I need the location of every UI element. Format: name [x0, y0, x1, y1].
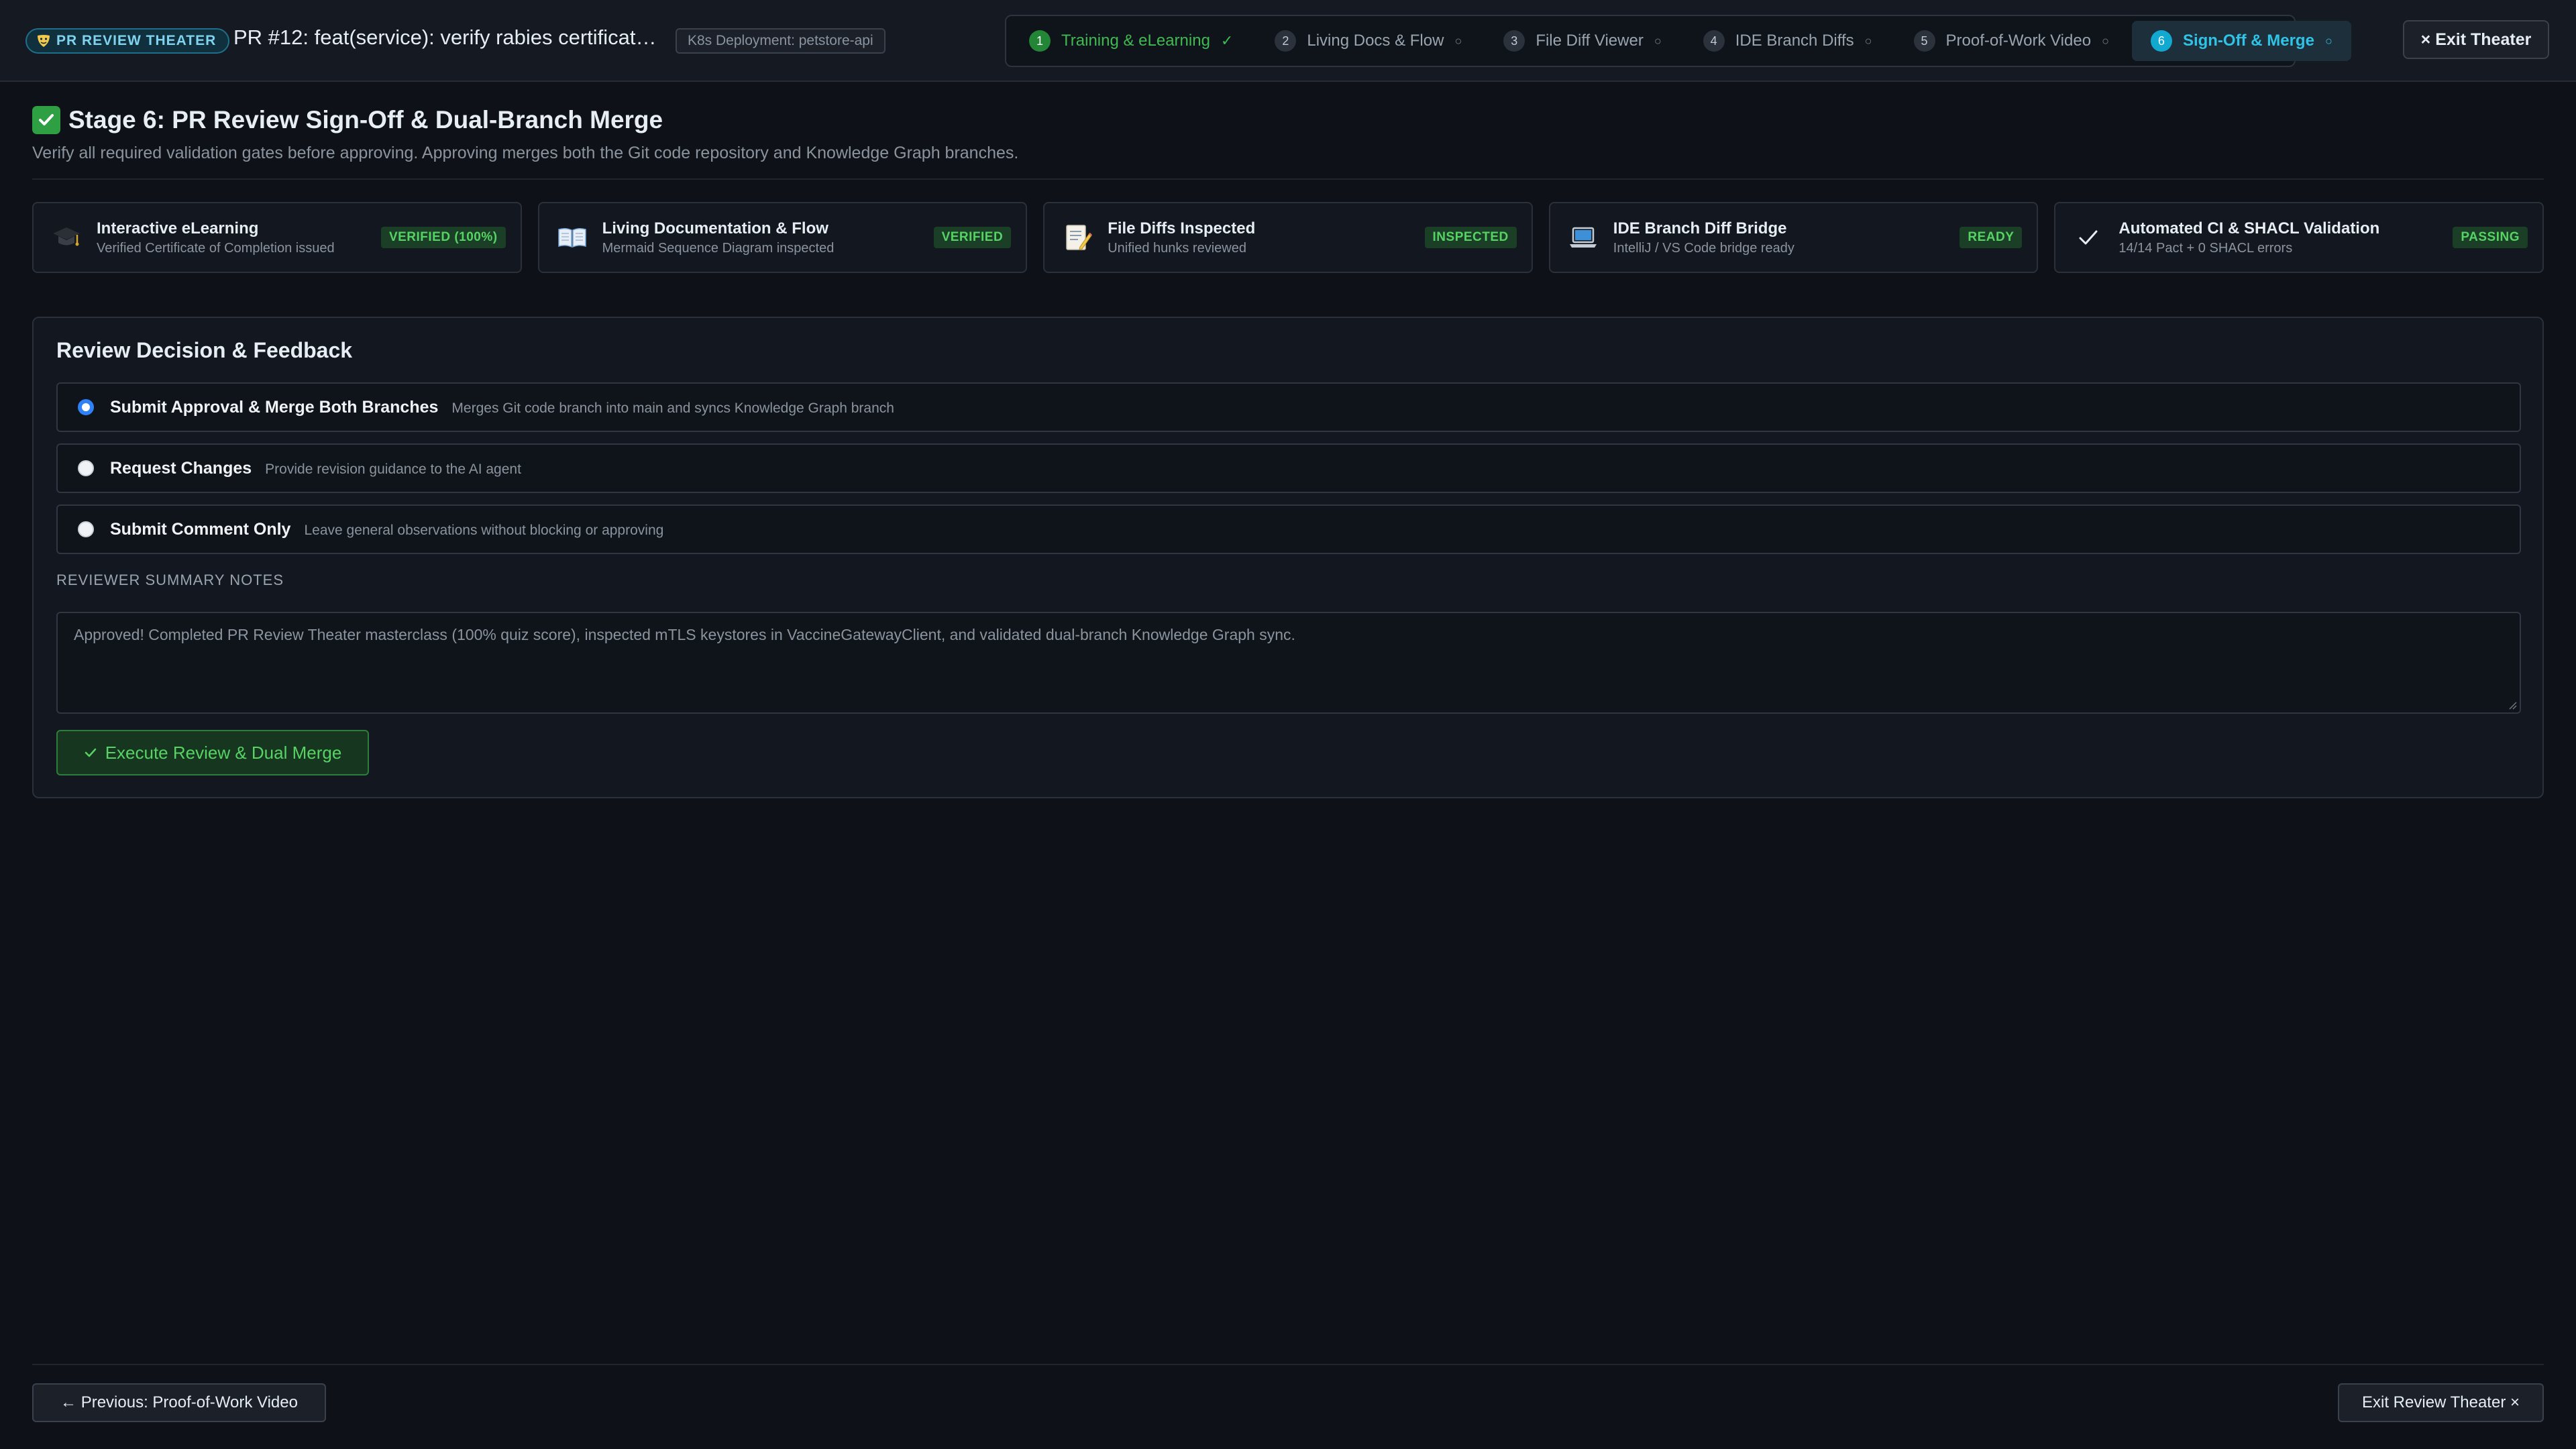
reviewer-notes-text: Approved! Completed PR Review Theater ma…: [74, 626, 1295, 643]
gate-title: Living Documentation & Flow: [602, 219, 828, 237]
option-request-changes[interactable]: Request Changes Provide revision guidanc…: [56, 443, 2521, 493]
option-label: Submit Approval & Merge Both Branches: [110, 397, 439, 417]
gate-description: Verified Certificate of Completion issue…: [97, 240, 335, 256]
step-label: Training & eLearning: [1061, 32, 1210, 50]
option-approve-merge[interactable]: Submit Approval & Merge Both Branches Me…: [56, 382, 2521, 432]
option-description: Provide revision guidance to the AI agen…: [265, 462, 521, 477]
step-number: 5: [1913, 30, 1935, 52]
option-label: Submit Comment Only: [110, 519, 291, 539]
step-label: Sign-Off & Merge: [2182, 32, 2314, 50]
reviewer-notes-textarea[interactable]: Approved! Completed PR Review Theater ma…: [56, 612, 2521, 714]
stage-title-text: Stage 6: PR Review Sign-Off & Dual-Branc…: [68, 106, 663, 133]
graduation-cap-icon: [50, 221, 83, 254]
stage-title: Stage 6: PR Review Sign-Off & Dual-Branc…: [32, 106, 663, 134]
checkmark-icon: [2072, 221, 2105, 254]
step-number: 2: [1275, 30, 1297, 52]
divider: [32, 178, 2544, 180]
laptop-icon: [1566, 221, 1600, 254]
gate-title: File Diffs Inspected: [1108, 219, 1256, 237]
theater-badge: PR REVIEW THEATER: [25, 28, 230, 54]
gate-card-ci-validation: Automated CI & SHACL Validation 14/14 Pa…: [2054, 202, 2544, 273]
status-badge: READY: [1960, 227, 2023, 248]
theater-badge-label: PR REVIEW THEATER: [56, 33, 217, 48]
step-number: 1: [1029, 30, 1051, 52]
status-badge: INSPECTED: [1424, 227, 1517, 248]
gate-card-elearning: Interactive eLearning Verified Certifica…: [32, 202, 522, 273]
step-label: IDE Branch Diffs: [1735, 32, 1854, 50]
radio-button-request-changes[interactable]: [78, 460, 94, 476]
validation-gates: Interactive eLearning Verified Certifica…: [32, 202, 2544, 273]
step-pending-icon: ○: [2102, 34, 2109, 48]
step-number: 4: [1703, 30, 1725, 52]
step-pending-icon: ○: [1454, 34, 1462, 48]
gate-title: Interactive eLearning: [97, 219, 259, 237]
execute-merge-label: Execute Review & Dual Merge: [105, 742, 342, 763]
gate-title: IDE Branch Diff Bridge: [1613, 219, 1787, 237]
reviewer-notes-label: REVIEWER SUMMARY NOTES: [56, 572, 284, 588]
option-label: Request Changes: [110, 458, 252, 478]
step-pending-icon: ○: [1864, 34, 1872, 48]
step-label: File Diff Viewer: [1536, 32, 1644, 50]
step-complete-icon: ✓: [1220, 32, 1234, 49]
option-comment-only[interactable]: Submit Comment Only Leave general observ…: [56, 504, 2521, 554]
step-proof-video[interactable]: 5 Proof-of-Work Video ○: [1895, 21, 2128, 61]
status-badge: PASSING: [2453, 227, 2528, 248]
gate-description: 14/14 Pact + 0 SHACL errors: [2118, 240, 2293, 256]
stage-stepper: 1 Training & eLearning ✓ 2 Living Docs &…: [1005, 15, 2351, 67]
gate-card-file-diffs: File Diffs Inspected Unified hunks revie…: [1043, 202, 1533, 273]
memo-icon: [1061, 221, 1094, 254]
top-bar: PR REVIEW THEATER PR #12: feat(service):…: [0, 0, 2576, 82]
status-badge: VERIFIED (100%): [380, 227, 506, 248]
step-label: Proof-of-Work Video: [1945, 32, 2092, 50]
gate-card-living-docs: Living Documentation & Flow Mermaid Sequ…: [537, 202, 1028, 273]
step-living-docs[interactable]: 2 Living Docs & Flow ○: [1256, 21, 1481, 61]
stage-subtitle: Verify all required validation gates bef…: [32, 144, 1019, 162]
step-training[interactable]: 1 Training & eLearning ✓: [1010, 21, 1252, 61]
pr-title: PR #12: feat(service): verify rabies cer…: [233, 25, 663, 49]
previous-stage-button[interactable]: ← Previous: Proof-of-Work Video: [32, 1383, 326, 1422]
execute-merge-button[interactable]: Execute Review & Dual Merge: [56, 730, 369, 775]
step-number: 3: [1503, 30, 1525, 52]
status-badge: VERIFIED: [933, 227, 1012, 248]
gate-card-ide-bridge: IDE Branch Diff Bridge IntelliJ / VS Cod…: [1548, 202, 2039, 273]
theater-mask-icon: [36, 34, 51, 48]
panel-title: Review Decision & Feedback: [56, 338, 353, 362]
step-label: Living Docs & Flow: [1307, 32, 1444, 50]
step-file-diff[interactable]: 3 File Diff Viewer ○: [1485, 21, 1680, 61]
gate-title: Automated CI & SHACL Validation: [2118, 219, 2380, 237]
resize-grip-icon[interactable]: [2508, 700, 2517, 710]
step-pending-icon: ○: [1654, 34, 1662, 48]
step-sign-off[interactable]: 6 Sign-Off & Merge ○: [2131, 21, 2351, 61]
option-description: Leave general observations without block…: [304, 523, 664, 538]
footer-divider: [32, 1364, 2544, 1365]
check-mark-box-icon: [32, 106, 60, 134]
exit-review-theater-button[interactable]: Exit Review Theater ×: [2338, 1383, 2544, 1422]
open-book-icon: [555, 221, 589, 254]
step-number: 6: [2150, 30, 2172, 52]
step-ide-diffs[interactable]: 4 IDE Branch Diffs ○: [1684, 21, 1891, 61]
radio-button-approve[interactable]: [78, 399, 94, 415]
step-pending-icon: ○: [2324, 34, 2332, 48]
deployment-tag: K8s Deployment: petstore-api: [676, 28, 885, 54]
gate-description: Unified hunks reviewed: [1108, 240, 1246, 256]
checkmark-icon: [85, 748, 96, 757]
review-decision-panel: Review Decision & Feedback Submit Approv…: [32, 317, 2544, 798]
gate-description: Mermaid Sequence Diagram inspected: [602, 240, 835, 256]
gate-description: IntelliJ / VS Code bridge ready: [1613, 240, 1794, 256]
exit-theater-button[interactable]: × Exit Theater: [2403, 20, 2549, 59]
option-description: Merges Git code branch into main and syn…: [451, 400, 894, 416]
radio-button-comment-only[interactable]: [78, 521, 94, 537]
